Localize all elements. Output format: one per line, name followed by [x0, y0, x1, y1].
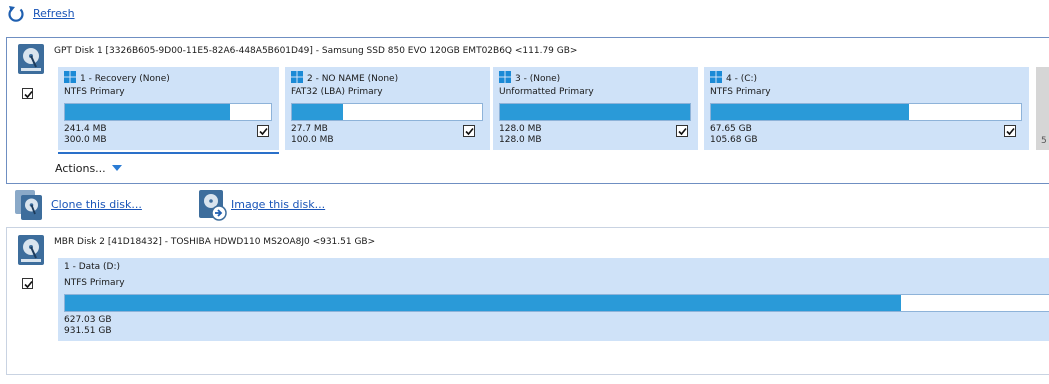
disk-1-checkbox[interactable]	[22, 88, 33, 99]
partition-5-overflow[interactable]: 5	[1036, 67, 1049, 150]
partition-4-checkbox[interactable]	[1004, 125, 1016, 137]
partition-d-label: 1 - Data (D:)	[64, 262, 121, 272]
partition-4[interactable]: 4 - (C:) NTFS Primary 67.65 GB 105.68 GB	[704, 67, 1029, 150]
partition-1-usage-fill	[65, 104, 230, 120]
disk-2-panel: MBR Disk 2 [41D18432] - TOSHIBA HDWD110 …	[6, 227, 1049, 375]
partition-5-overflow-label: 5	[1041, 136, 1047, 146]
image-disk-icon[interactable]	[198, 189, 228, 221]
partition-d[interactable]: 1 - Data (D:) NTFS Primary 627.03 GB 931…	[58, 258, 1049, 341]
partition-1-checkbox[interactable]	[257, 125, 269, 137]
partition-1[interactable]: 1 - Recovery (None) NTFS Primary 241.4 M…	[58, 67, 279, 150]
partition-1-type: NTFS Primary	[64, 87, 125, 97]
partition-3-used: 128.0 MB	[499, 124, 542, 134]
windows-logo-icon	[710, 71, 722, 83]
partition-3-checkbox[interactable]	[676, 125, 688, 137]
partition-1-total: 300.0 MB	[64, 135, 107, 145]
windows-logo-icon	[291, 71, 303, 83]
refresh-icon[interactable]	[6, 4, 26, 24]
clone-disk-icon[interactable]	[14, 189, 44, 221]
partition-2-label: 2 - NO NAME (None)	[291, 71, 398, 84]
hard-disk-icon	[17, 43, 45, 75]
hard-disk-icon	[17, 234, 45, 266]
partition-4-label: 4 - (C:)	[710, 71, 757, 84]
partition-3-type: Unformatted Primary	[499, 87, 594, 97]
partition-3-label: 3 - (None)	[499, 71, 560, 84]
partition-d-total: 931.51 GB	[64, 326, 112, 336]
partition-3-usage-fill	[500, 104, 690, 120]
partition-4-usage-bar	[710, 103, 1022, 121]
disk-1-panel: GPT Disk 1 [3326B605-9D00-11E5-82A6-448A…	[6, 37, 1049, 184]
disk-2-title: MBR Disk 2 [41D18432] - TOSHIBA HDWD110 …	[54, 237, 376, 247]
partition-2-usage-bar	[291, 103, 483, 121]
partition-1-selected-indicator	[58, 152, 279, 154]
partition-2[interactable]: 2 - NO NAME (None) FAT32 (LBA) Primary 2…	[285, 67, 490, 150]
disk-2-checkbox[interactable]	[22, 278, 33, 289]
chevron-down-icon	[111, 165, 122, 171]
partition-d-used: 627.03 GB	[64, 315, 112, 325]
partition-1-label: 1 - Recovery (None)	[64, 71, 170, 84]
partition-2-used: 27.7 MB	[291, 124, 328, 134]
partition-3[interactable]: 3 - (None) Unformatted Primary 128.0 MB …	[493, 67, 698, 150]
partition-4-used: 67.65 GB	[710, 124, 752, 134]
partition-2-checkbox[interactable]	[463, 125, 475, 137]
clone-disk-link[interactable]: Clone this disk...	[51, 198, 142, 211]
actions-dropdown[interactable]: Actions...	[55, 162, 122, 175]
partition-2-type: FAT32 (LBA) Primary	[291, 87, 383, 97]
partition-4-total: 105.68 GB	[710, 135, 758, 145]
partition-4-type: NTFS Primary	[710, 87, 771, 97]
image-disk-link[interactable]: Image this disk...	[231, 198, 325, 211]
refresh-link[interactable]: Refresh	[33, 7, 75, 20]
actions-label: Actions...	[55, 162, 106, 175]
partition-2-usage-fill	[292, 104, 344, 120]
partition-3-total: 128.0 MB	[499, 135, 542, 145]
partition-4-usage-fill	[711, 104, 910, 120]
partition-1-usage-bar	[64, 103, 272, 121]
partition-d-usage-bar	[64, 294, 1049, 312]
partition-3-usage-bar	[499, 103, 691, 121]
partition-2-total: 100.0 MB	[291, 135, 334, 145]
partition-1-used: 241.4 MB	[64, 124, 107, 134]
partition-d-usage-fill	[65, 295, 902, 311]
windows-logo-icon	[64, 71, 76, 83]
windows-logo-icon	[499, 71, 511, 83]
disk-1-title: GPT Disk 1 [3326B605-9D00-11E5-82A6-448A…	[54, 46, 578, 56]
partition-d-type: NTFS Primary	[64, 278, 125, 288]
